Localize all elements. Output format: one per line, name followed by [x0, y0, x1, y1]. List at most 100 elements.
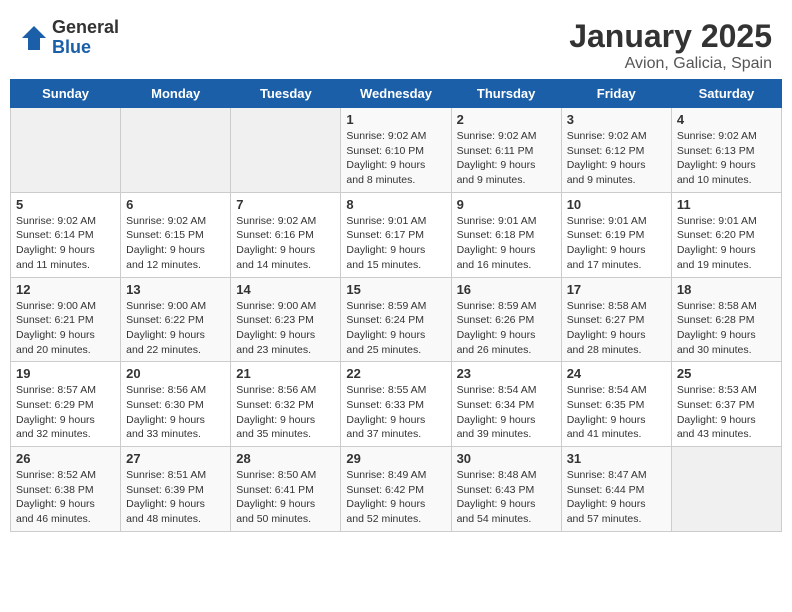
calendar-cell: 2 Sunrise: 9:02 AM Sunset: 6:11 PM Daylig…	[451, 108, 561, 193]
day-number: 10	[567, 197, 666, 212]
day-number: 19	[16, 366, 115, 381]
weekday-header-wednesday: Wednesday	[341, 80, 451, 108]
logo-icon	[20, 24, 48, 52]
day-number: 7	[236, 197, 335, 212]
day-number: 5	[16, 197, 115, 212]
calendar-week-row: 19 Sunrise: 8:57 AM Sunset: 6:29 PM Dayli…	[11, 362, 782, 447]
day-info: Sunrise: 9:00 AM Sunset: 6:21 PM Dayligh…	[16, 299, 115, 358]
calendar-cell	[671, 447, 781, 532]
calendar-cell: 14 Sunrise: 9:00 AM Sunset: 6:23 PM Dayli…	[231, 277, 341, 362]
day-info: Sunrise: 8:59 AM Sunset: 6:26 PM Dayligh…	[457, 299, 556, 358]
day-info: Sunrise: 8:58 AM Sunset: 6:27 PM Dayligh…	[567, 299, 666, 358]
calendar-cell: 13 Sunrise: 9:00 AM Sunset: 6:22 PM Dayli…	[121, 277, 231, 362]
day-info: Sunrise: 8:55 AM Sunset: 6:33 PM Dayligh…	[346, 383, 445, 442]
calendar-cell: 31 Sunrise: 8:47 AM Sunset: 6:44 PM Dayli…	[561, 447, 671, 532]
logo: General Blue	[20, 18, 119, 58]
day-info: Sunrise: 8:48 AM Sunset: 6:43 PM Dayligh…	[457, 468, 556, 527]
day-info: Sunrise: 8:52 AM Sunset: 6:38 PM Dayligh…	[16, 468, 115, 527]
weekday-header-sunday: Sunday	[11, 80, 121, 108]
calendar-cell: 22 Sunrise: 8:55 AM Sunset: 6:33 PM Dayli…	[341, 362, 451, 447]
weekday-header-friday: Friday	[561, 80, 671, 108]
calendar-week-row: 1 Sunrise: 9:02 AM Sunset: 6:10 PM Daylig…	[11, 108, 782, 193]
calendar-cell: 20Sunrise: 8:56 AM Sunset: 6:30 PM Dayli…	[121, 362, 231, 447]
day-number: 30	[457, 451, 556, 466]
day-number: 25	[677, 366, 776, 381]
day-info: Sunrise: 9:02 AM Sunset: 6:12 PM Dayligh…	[567, 129, 666, 188]
calendar-cell: 21 Sunrise: 8:56 AM Sunset: 6:32 PM Dayli…	[231, 362, 341, 447]
day-info: Sunrise: 8:47 AM Sunset: 6:44 PM Dayligh…	[567, 468, 666, 527]
day-number: 13	[126, 282, 225, 297]
calendar-cell: 16Sunrise: 8:59 AM Sunset: 6:26 PM Dayli…	[451, 277, 561, 362]
calendar-cell: 4Sunrise: 9:02 AM Sunset: 6:13 PM Daylig…	[671, 108, 781, 193]
day-info: Sunrise: 8:54 AM Sunset: 6:34 PM Dayligh…	[457, 383, 556, 442]
day-number: 23	[457, 366, 556, 381]
day-number: 8	[346, 197, 445, 212]
day-info: Sunrise: 9:00 AM Sunset: 6:23 PM Dayligh…	[236, 299, 335, 358]
day-info: Sunrise: 9:02 AM Sunset: 6:11 PM Dayligh…	[457, 129, 556, 188]
calendar-cell: 18 Sunrise: 8:58 AM Sunset: 6:28 PM Dayli…	[671, 277, 781, 362]
calendar-cell: 27 Sunrise: 8:51 AM Sunset: 6:39 PM Dayli…	[121, 447, 231, 532]
calendar-cell: 24 Sunrise: 8:54 AM Sunset: 6:35 PM Dayli…	[561, 362, 671, 447]
day-number: 18	[677, 282, 776, 297]
day-info: Sunrise: 9:01 AM Sunset: 6:17 PM Dayligh…	[346, 214, 445, 273]
day-number: 2	[457, 112, 556, 127]
day-number: 21	[236, 366, 335, 381]
logo-text: General Blue	[52, 18, 119, 58]
calendar-cell: 8 Sunrise: 9:01 AM Sunset: 6:17 PM Daylig…	[341, 192, 451, 277]
calendar-table: SundayMondayTuesdayWednesdayThursdayFrid…	[10, 79, 782, 532]
day-number: 17	[567, 282, 666, 297]
day-number: 1	[346, 112, 445, 127]
day-info: Sunrise: 8:51 AM Sunset: 6:39 PM Dayligh…	[126, 468, 225, 527]
day-info: Sunrise: 8:54 AM Sunset: 6:35 PM Dayligh…	[567, 383, 666, 442]
day-info: Sunrise: 8:50 AM Sunset: 6:41 PM Dayligh…	[236, 468, 335, 527]
calendar-cell: 17 Sunrise: 8:58 AM Sunset: 6:27 PM Dayli…	[561, 277, 671, 362]
calendar-week-row: 5 Sunrise: 9:02 AM Sunset: 6:14 PM Daylig…	[11, 192, 782, 277]
day-number: 14	[236, 282, 335, 297]
calendar-cell: 12 Sunrise: 9:00 AM Sunset: 6:21 PM Dayli…	[11, 277, 121, 362]
calendar-cell: 10 Sunrise: 9:01 AM Sunset: 6:19 PM Dayli…	[561, 192, 671, 277]
day-info: Sunrise: 8:49 AM Sunset: 6:42 PM Dayligh…	[346, 468, 445, 527]
calendar-cell: 26 Sunrise: 8:52 AM Sunset: 6:38 PM Dayli…	[11, 447, 121, 532]
logo-blue: Blue	[52, 38, 119, 58]
calendar-cell: 5 Sunrise: 9:02 AM Sunset: 6:14 PM Daylig…	[11, 192, 121, 277]
day-info: Sunrise: 9:01 AM Sunset: 6:19 PM Dayligh…	[567, 214, 666, 273]
weekday-header-monday: Monday	[121, 80, 231, 108]
day-number: 27	[126, 451, 225, 466]
day-number: 3	[567, 112, 666, 127]
weekday-header-thursday: Thursday	[451, 80, 561, 108]
day-number: 11	[677, 197, 776, 212]
day-number: 22	[346, 366, 445, 381]
calendar-cell: 28 Sunrise: 8:50 AM Sunset: 6:41 PM Dayli…	[231, 447, 341, 532]
calendar-cell: 1 Sunrise: 9:02 AM Sunset: 6:10 PM Daylig…	[341, 108, 451, 193]
page-title: January 2025	[569, 18, 772, 55]
day-number: 31	[567, 451, 666, 466]
day-info: Sunrise: 9:00 AM Sunset: 6:22 PM Dayligh…	[126, 299, 225, 358]
calendar-cell	[121, 108, 231, 193]
day-number: 24	[567, 366, 666, 381]
day-info: Sunrise: 8:53 AM Sunset: 6:37 PM Dayligh…	[677, 383, 776, 442]
day-info: Sunrise: 9:02 AM Sunset: 6:10 PM Dayligh…	[346, 129, 445, 188]
day-info: Sunrise: 8:58 AM Sunset: 6:28 PM Dayligh…	[677, 299, 776, 358]
title-block: January 2025 Avion, Galicia, Spain	[569, 18, 772, 73]
day-number: 6	[126, 197, 225, 212]
day-number: 12	[16, 282, 115, 297]
calendar-week-row: 26 Sunrise: 8:52 AM Sunset: 6:38 PM Dayli…	[11, 447, 782, 532]
calendar-cell: 3 Sunrise: 9:02 AM Sunset: 6:12 PM Daylig…	[561, 108, 671, 193]
calendar-cell: 25 Sunrise: 8:53 AM Sunset: 6:37 PM Dayli…	[671, 362, 781, 447]
day-info: Sunrise: 8:57 AM Sunset: 6:29 PM Dayligh…	[16, 383, 115, 442]
calendar-cell	[231, 108, 341, 193]
day-info: Sunrise: 8:59 AM Sunset: 6:24 PM Dayligh…	[346, 299, 445, 358]
weekday-header-tuesday: Tuesday	[231, 80, 341, 108]
weekday-header-row: SundayMondayTuesdayWednesdayThursdayFrid…	[11, 80, 782, 108]
day-info: Sunrise: 8:56 AM Sunset: 6:32 PM Dayligh…	[236, 383, 335, 442]
day-number: 9	[457, 197, 556, 212]
day-number: 26	[16, 451, 115, 466]
calendar-cell	[11, 108, 121, 193]
weekday-header-saturday: Saturday	[671, 80, 781, 108]
calendar-cell: 29 Sunrise: 8:49 AM Sunset: 6:42 PM Dayli…	[341, 447, 451, 532]
day-number: 29	[346, 451, 445, 466]
calendar-cell: 7Sunrise: 9:02 AM Sunset: 6:16 PM Daylig…	[231, 192, 341, 277]
day-number: 28	[236, 451, 335, 466]
day-info: Sunrise: 9:02 AM Sunset: 6:14 PM Dayligh…	[16, 214, 115, 273]
day-number: 4	[677, 112, 776, 127]
